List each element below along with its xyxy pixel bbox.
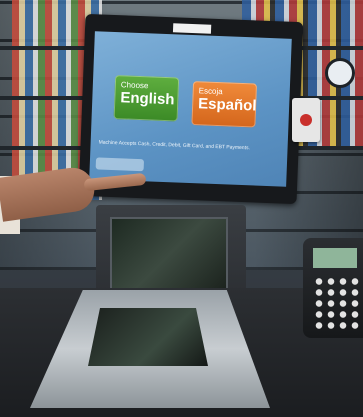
keypad-keys: [313, 276, 361, 332]
reader-light-icon: [300, 114, 312, 126]
help-button[interactable]: [95, 157, 145, 172]
choose-english-button[interactable]: Choose English: [113, 75, 180, 122]
bezel-label: [172, 23, 212, 34]
touchscreen-display: Choose English Escoja Español Machine Ac…: [89, 31, 292, 187]
keypad-display: [313, 248, 357, 268]
english-button-line2: English: [120, 89, 175, 109]
card-reader-device: [292, 98, 320, 142]
self-checkout-photo: Choose English Escoja Español Machine Ac…: [0, 0, 363, 417]
escoja-espanol-button[interactable]: Escoja Español: [191, 81, 258, 128]
espanol-button-line2: Español: [197, 95, 257, 115]
payment-keypad: [303, 238, 363, 338]
scanner-scale-glass: [88, 308, 208, 366]
scanner-window: [110, 217, 228, 293]
payment-methods-note: Machine Accepts Cash, Credit, Debit, Gif…: [98, 139, 251, 152]
round-store-sign: [325, 58, 355, 88]
